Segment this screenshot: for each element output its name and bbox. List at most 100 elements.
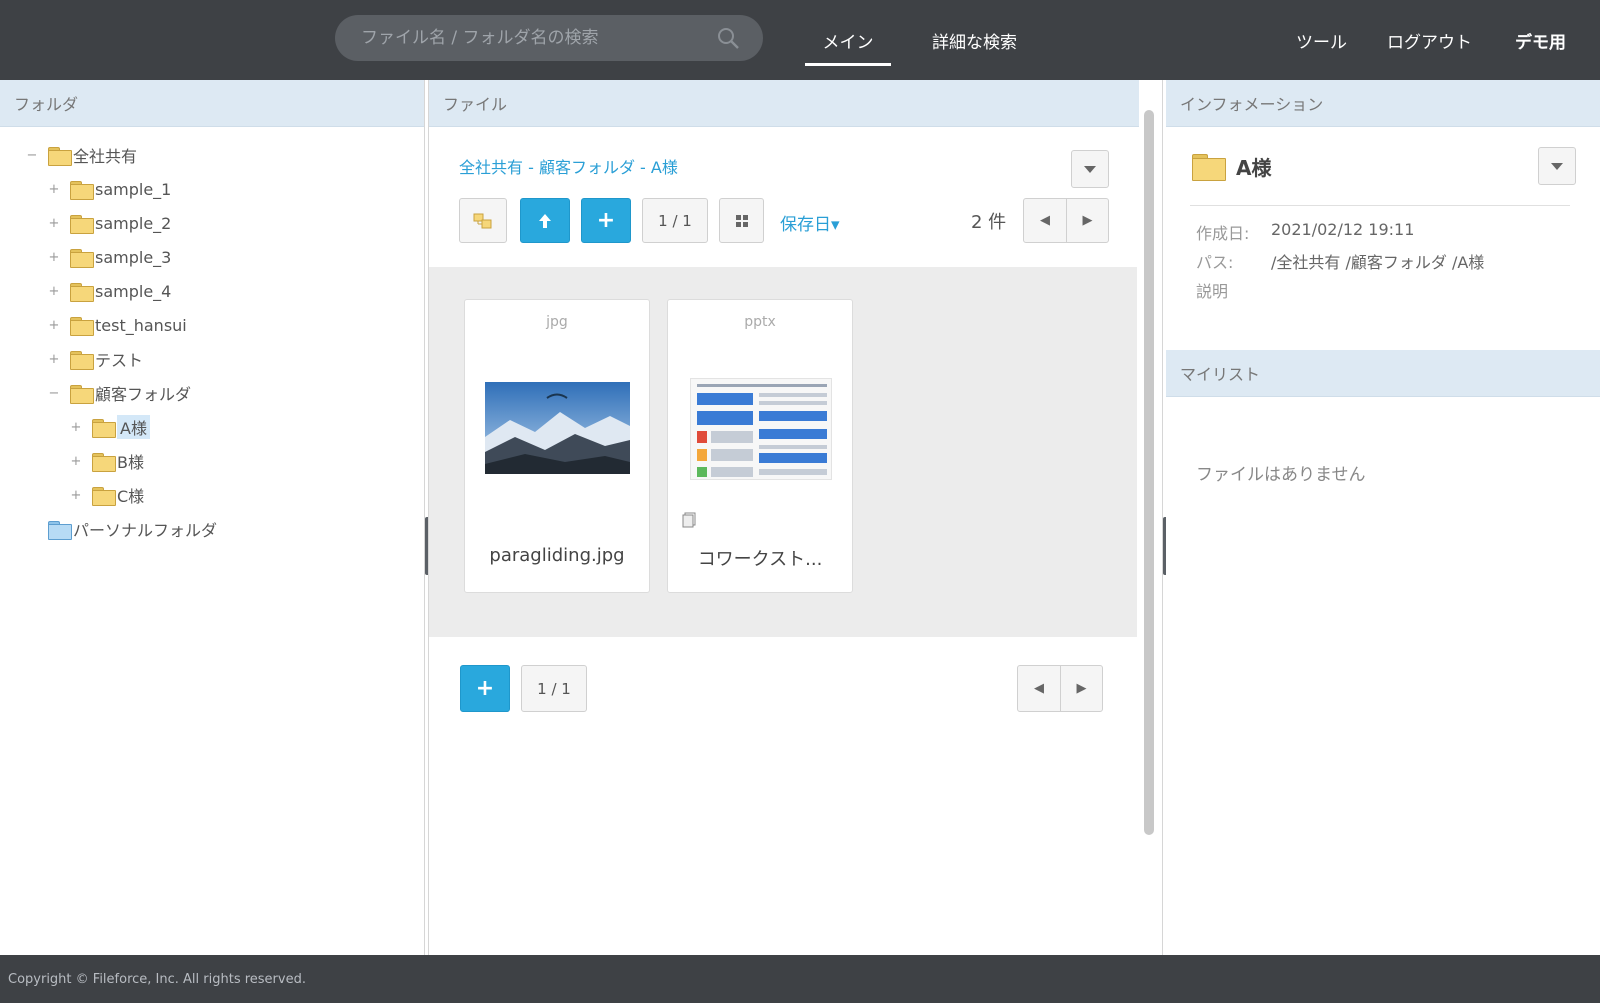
mylist-header: マイリスト <box>1166 350 1600 397</box>
tree-item-c-sama[interactable]: + C様 <box>68 480 144 510</box>
folder-icon <box>92 452 116 472</box>
caret-down-icon <box>1551 162 1563 170</box>
folder-icon <box>70 214 94 234</box>
page-indicator-label: 1 / 1 <box>537 679 571 698</box>
tree-item-test[interactable]: + テスト <box>46 344 143 374</box>
breadcrumb[interactable]: 全社共有 - 顧客フォルダ - A様 <box>459 154 678 178</box>
expand-icon[interactable]: + <box>68 454 84 469</box>
tree-item-a-sama[interactable]: + A様 <box>68 412 150 442</box>
tree-item-label: sample_3 <box>95 247 172 267</box>
folder-icon <box>70 248 94 268</box>
info-panel-header: インフォメーション <box>1166 80 1600 127</box>
info-options-dropdown[interactable] <box>1538 147 1576 185</box>
expand-icon[interactable]: + <box>46 250 62 265</box>
page-indicator: 1 / 1 <box>642 198 708 243</box>
triangle-left-icon: ◀ <box>1040 213 1050 228</box>
created-date-value: 2021/02/12 19:11 <box>1271 220 1415 239</box>
top-bar: メイン 詳細な検索 ツール ログアウト デモ用 <box>0 0 1600 80</box>
divider <box>1190 205 1570 206</box>
file-name: paragliding.jpg <box>489 545 625 566</box>
tree-item-label: 全社共有 <box>73 147 138 166</box>
tree-item-label: B様 <box>117 453 144 472</box>
folder-panel: フォルダ − 全社共有 + sample_1 + sample_2 + samp… <box>0 80 425 955</box>
expand-icon[interactable]: + <box>68 420 84 435</box>
file-thumbnail-document <box>690 378 832 480</box>
user-menu[interactable]: デモ用 <box>1515 0 1566 80</box>
file-extension: pptx <box>744 314 776 330</box>
prev-page-button[interactable]: ◀ <box>1018 666 1060 711</box>
user-name: デモ用 <box>1515 32 1566 53</box>
search-icon[interactable] <box>716 26 742 52</box>
folder-icon <box>48 146 72 166</box>
expand-icon[interactable]: + <box>46 352 62 367</box>
tree-item-sample-4[interactable]: + sample_4 <box>46 276 171 306</box>
expand-icon[interactable]: + <box>46 182 62 197</box>
search-input[interactable] <box>361 15 701 61</box>
nav-main-label: メイン <box>822 32 874 53</box>
tree-item-customer-folder[interactable]: − 顧客フォルダ <box>46 378 191 408</box>
add-button-bottom[interactable]: + <box>460 665 510 712</box>
expand-icon[interactable]: + <box>46 318 62 333</box>
tree-item-personal-folder[interactable]: パーソナルフォルダ <box>24 514 217 544</box>
path-row: パス: /全社共有 /顧客フォルダ /A様 <box>1196 249 1484 273</box>
file-panel-title: ファイル <box>443 95 508 114</box>
upload-button[interactable] <box>520 198 570 243</box>
file-card-pptx[interactable]: pptx コワークスト... <box>667 299 853 593</box>
nav-tools[interactable]: ツール <box>1296 0 1347 80</box>
attachment-document-icon <box>682 512 696 528</box>
file-gallery: jpg paragliding.jpg pptx コワークスト... <box>429 267 1137 637</box>
folder-tree-toggle-button[interactable] <box>459 198 507 243</box>
plus-icon: + <box>596 208 616 233</box>
nav-logout[interactable]: ログアウト <box>1387 0 1472 80</box>
file-panel: ファイル 全社共有 - 顧客フォルダ - A様 + 1 / 1 保存日▾ 2 件… <box>428 80 1163 955</box>
prev-page-button[interactable]: ◀ <box>1024 199 1066 242</box>
add-button[interactable]: + <box>581 198 631 243</box>
file-extension: jpg <box>546 314 568 330</box>
collapse-icon[interactable]: − <box>24 148 40 163</box>
file-name: コワークスト... <box>697 549 823 570</box>
caret-down-icon <box>1084 165 1096 173</box>
tree-item-sample-3[interactable]: + sample_3 <box>46 242 171 272</box>
personal-folder-icon <box>48 520 72 540</box>
nav-tools-label: ツール <box>1296 32 1347 53</box>
info-panel-title: インフォメーション <box>1180 95 1324 114</box>
tree-item-b-sama[interactable]: + B様 <box>68 446 144 476</box>
triangle-right-icon: ▶ <box>1076 681 1087 696</box>
folder-icon <box>92 418 116 438</box>
tree-item-zensha[interactable]: − 全社共有 <box>24 140 137 170</box>
mylist-section: マイリスト <box>1166 350 1600 397</box>
folder-icon <box>1192 154 1226 181</box>
page-indicator-label: 1 / 1 <box>658 211 692 230</box>
next-page-button[interactable]: ▶ <box>1060 666 1102 711</box>
tree-item-label: 顧客フォルダ <box>95 385 192 404</box>
file-card-jpg[interactable]: jpg paragliding.jpg <box>464 299 650 593</box>
nav-main-tab[interactable]: メイン <box>805 0 891 80</box>
expand-icon[interactable]: + <box>46 216 62 231</box>
pager-bottom: ◀ ▶ <box>1017 665 1103 712</box>
tree-item-label: sample_4 <box>95 281 172 301</box>
next-page-button[interactable]: ▶ <box>1066 199 1108 242</box>
folder-panel-header: フォルダ <box>0 80 424 127</box>
created-date-label: 作成日: <box>1196 224 1250 243</box>
plus-icon: + <box>475 676 495 701</box>
expand-icon[interactable]: + <box>46 284 62 299</box>
collapse-icon[interactable]: − <box>46 386 62 401</box>
tree-item-label: C様 <box>117 487 145 506</box>
selected-folder-name: A様 <box>1236 156 1272 180</box>
nav-logout-label: ログアウト <box>1387 32 1472 53</box>
tree-item-sample-1[interactable]: + sample_1 <box>46 174 171 204</box>
description-row: 説明 <box>1196 278 1271 302</box>
sort-by-date-link[interactable]: 保存日▾ <box>780 210 840 235</box>
file-panel-header: ファイル <box>429 80 1139 127</box>
copyright-text: Copyright © Fileforce, Inc. All rights r… <box>8 971 306 987</box>
triangle-right-icon: ▶ <box>1082 213 1093 228</box>
tree-item-sample-2[interactable]: + sample_2 <box>46 208 171 238</box>
tree-item-label: パーソナルフォルダ <box>73 521 218 540</box>
file-options-dropdown[interactable] <box>1071 150 1109 188</box>
nav-advanced-search[interactable]: 詳細な検索 <box>932 0 1017 80</box>
vertical-scrollbar[interactable] <box>1144 110 1154 835</box>
tree-item-test-hansui[interactable]: + test_hansui <box>46 310 187 340</box>
path-value: /全社共有 /顧客フォルダ /A様 <box>1271 253 1485 272</box>
grid-view-button[interactable] <box>719 198 764 243</box>
expand-icon[interactable]: + <box>68 488 84 503</box>
